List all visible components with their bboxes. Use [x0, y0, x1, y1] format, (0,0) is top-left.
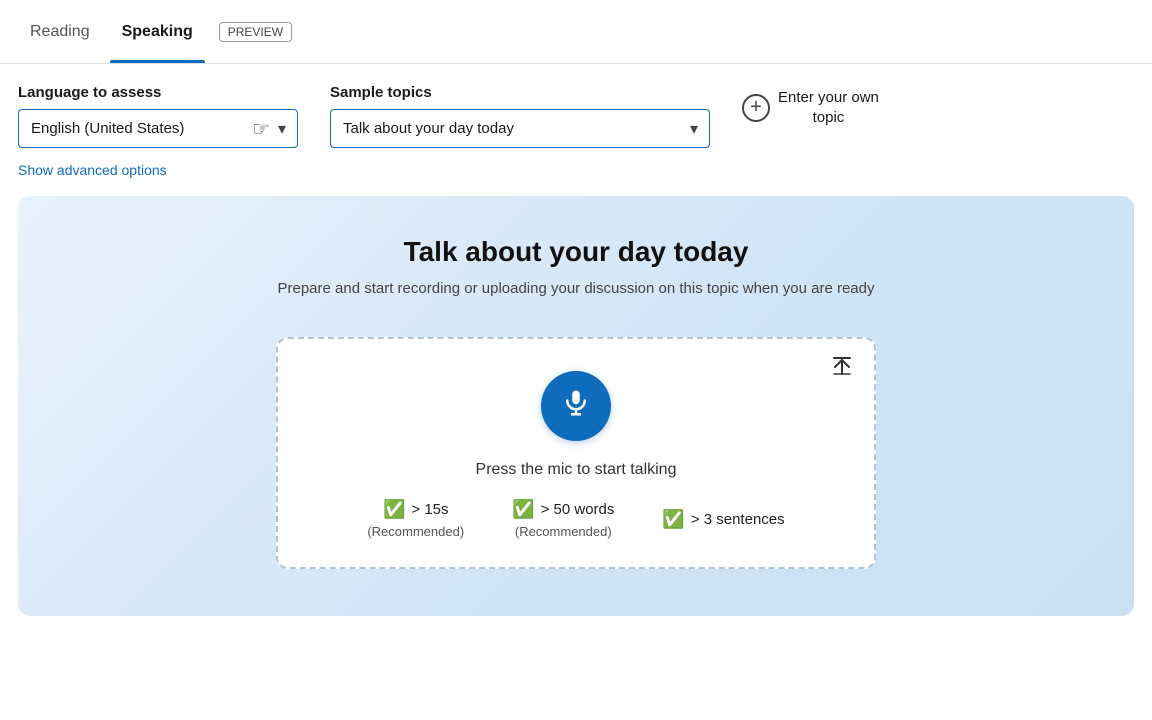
check-icon-words: ✅: [512, 499, 534, 520]
controls-area: Language to assess English (United State…: [0, 64, 1152, 186]
topic-subtitle: Prepare and start recording or uploading…: [277, 280, 874, 297]
topics-label: Sample topics: [330, 84, 710, 101]
plus-icon: +: [742, 94, 770, 122]
language-select-wrapper: English (United States) ▾ ☞: [18, 109, 298, 148]
check-icon-time: ✅: [383, 499, 405, 520]
hint-item-words: ✅ > 50 words (Recommended): [512, 499, 614, 539]
topic-select-wrapper: Talk about your day today ▾: [330, 109, 710, 148]
tab-bar: Reading Speaking PREVIEW: [0, 0, 1152, 64]
hint-item-sentences: ✅ > 3 sentences: [662, 509, 784, 530]
press-mic-text: Press the mic to start talking: [476, 461, 677, 479]
tab-reading-label: Reading: [30, 23, 90, 41]
topic-title: Talk about your day today: [404, 236, 749, 268]
mic-button[interactable]: [541, 371, 611, 441]
hint-item-time: ✅ > 15s (Recommended): [367, 499, 464, 539]
preview-badge: PREVIEW: [219, 22, 292, 42]
main-card: Talk about your day today Prepare and st…: [18, 196, 1134, 616]
hint-value-time: > 15s: [411, 501, 448, 518]
language-label: Language to assess: [18, 84, 298, 101]
hints-row: ✅ > 15s (Recommended) ✅ > 50 words (Reco…: [367, 499, 784, 539]
hint-value-words: > 50 words: [541, 501, 615, 518]
language-field-group: Language to assess English (United State…: [18, 84, 298, 148]
controls-row: Language to assess English (United State…: [18, 84, 1134, 148]
upload-icon[interactable]: [830, 355, 854, 385]
hint-value-sentences: > 3 sentences: [691, 511, 785, 528]
topic-select[interactable]: Talk about your day today: [330, 109, 710, 148]
record-card: Press the mic to start talking ✅ > 15s (…: [276, 337, 876, 569]
tab-speaking-label: Speaking: [122, 23, 193, 41]
enter-topic-text: Enter your owntopic: [778, 88, 879, 127]
hint-rec-time: (Recommended): [367, 524, 464, 539]
show-advanced-link[interactable]: Show advanced options: [18, 162, 1134, 178]
hint-rec-words: (Recommended): [515, 524, 612, 539]
microphone-icon: [561, 388, 591, 425]
language-select[interactable]: English (United States): [18, 109, 298, 148]
tab-reading[interactable]: Reading: [18, 0, 102, 63]
tab-speaking[interactable]: Speaking: [110, 0, 205, 63]
check-icon-sentences: ✅: [662, 509, 684, 530]
topics-field-group: Sample topics Talk about your day today …: [330, 84, 710, 148]
enter-own-topic-button[interactable]: + Enter your owntopic: [742, 88, 879, 127]
